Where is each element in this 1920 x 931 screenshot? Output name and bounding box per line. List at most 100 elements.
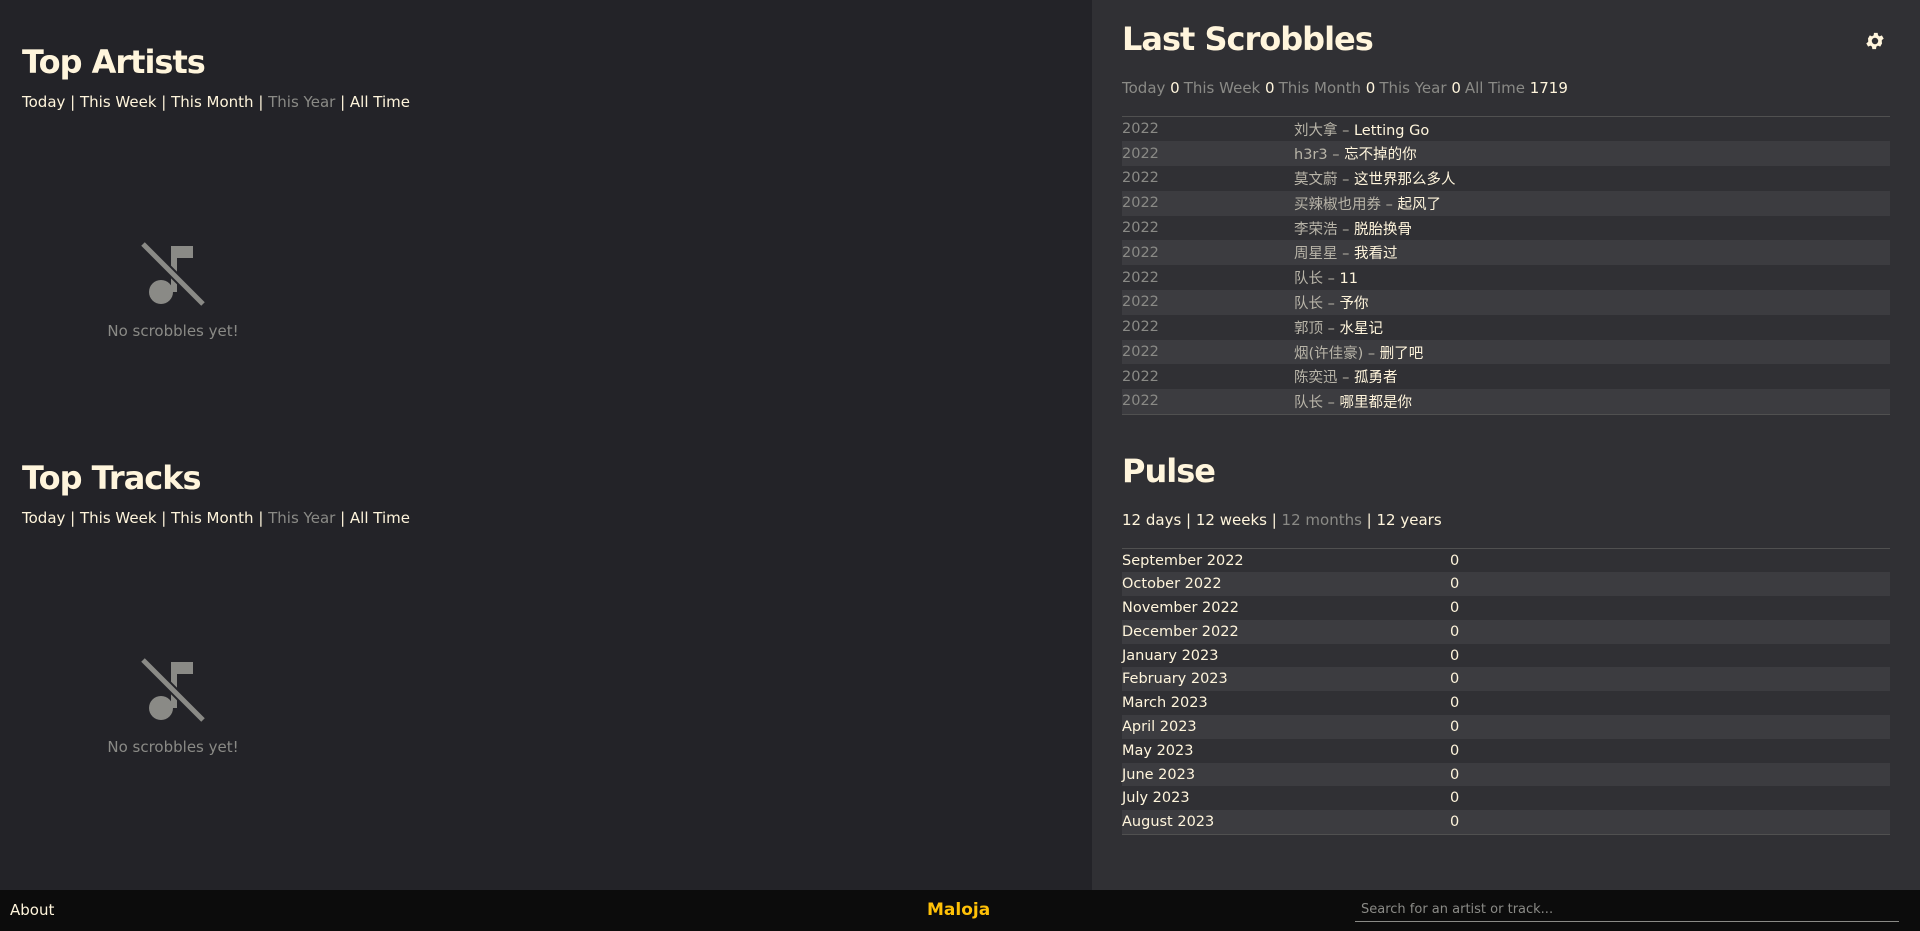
scrobble-artist-link[interactable]: 周星星 [1294,246,1338,262]
pulse-period-link[interactable]: January 2023 [1122,644,1450,668]
top-artists-range-all-time[interactable]: All Time [350,93,410,111]
scrobble-row[interactable]: 2022 队长 – 予你 [1122,290,1890,315]
count-label: This Week [1183,79,1261,97]
scrobble-time: 2022 [1122,121,1159,138]
pulse-period-link[interactable]: February 2023 [1122,667,1450,691]
top-tracks-range-this-year[interactable]: This Year [268,509,335,527]
scrobble-artist-link[interactable]: 烟(许佳豪) [1294,346,1363,362]
gear-icon[interactable] [1864,30,1886,52]
scrobble-track: 买辣椒也用券 – 起风了 [1294,191,1890,216]
pulse-range-12-weeks[interactable]: 12 weeks [1196,511,1267,529]
scrobble-artist-link[interactable]: h3r3 [1294,147,1328,163]
top-artists-range-this-year[interactable]: This Year [268,93,335,111]
top-tracks-empty-text: No scrobbles yet! [107,738,239,756]
scrobble-title-link[interactable]: 水星记 [1339,321,1383,337]
top-tracks-empty-state: No scrobbles yet! [73,654,273,756]
top-tracks-range-all-time[interactable]: All Time [350,509,410,527]
top-artists-range-today[interactable]: Today [22,93,65,111]
top-tracks-range-today[interactable]: Today [22,509,65,527]
scrobble-row[interactable]: 2022 莫文蔚 – 这世界那么多人 [1122,166,1890,191]
range-separator: | [1181,511,1196,529]
top-tracks-range-this-month[interactable]: This Month [171,509,253,527]
pulse-period-link[interactable]: May 2023 [1122,739,1450,763]
scrobble-row[interactable]: 2022 李荣浩 – 脱胎换骨 [1122,216,1890,241]
pulse-row: February 2023 0 [1122,667,1890,692]
scrobble-artist-link[interactable]: 刘大拿 [1294,123,1338,139]
scrobble-title-link[interactable]: 忘不掉的你 [1344,147,1417,163]
scrobble-artist-link[interactable]: 陈奕迅 [1294,370,1338,386]
pulse-range-12-years[interactable]: 12 years [1377,511,1442,529]
scrobble-title-link[interactable]: 哪里都是你 [1339,395,1412,411]
range-separator: | [253,93,269,111]
scrobble-row[interactable]: 2022 h3r3 – 忘不掉的你 [1122,141,1890,167]
count-value: 0 [1170,79,1180,97]
scrobble-row[interactable]: 2022 周星星 – 我看过 [1122,240,1890,266]
scrobble-artist-link[interactable]: 李荣浩 [1294,222,1338,238]
pulse-row: May 2023 0 [1122,739,1890,763]
scrobble-title-link[interactable]: 11 [1339,271,1357,287]
pulse-period-link[interactable]: August 2023 [1122,810,1450,834]
pulse-row: July 2023 0 [1122,786,1890,810]
count-value: 0 [1265,79,1275,97]
pulse-range-links: 12 days | 12 weeks | 12 months | 12 year… [1122,511,1442,529]
top-tracks-range-links: Today | This Week | This Month | This Ye… [22,508,410,528]
scrobble-time: 2022 [1122,319,1159,336]
pulse-period-link[interactable]: July 2023 [1122,786,1450,810]
pulse-period-link[interactable]: September 2022 [1122,549,1450,573]
pulse-range-12-days[interactable]: 12 days [1122,511,1181,529]
top-artists-range-this-week[interactable]: This Week [80,93,157,111]
scrobble-title-link[interactable]: 起风了 [1397,197,1441,213]
scrobble-time: 2022 [1122,368,1159,385]
scrobble-row[interactable]: 2022 买辣椒也用券 – 起风了 [1122,190,1890,216]
top-tracks-range-this-week[interactable]: This Week [80,509,157,527]
pulse-period-link[interactable]: December 2022 [1122,620,1450,644]
about-link[interactable]: About [10,901,54,919]
scrobble-track: 队长 – 予你 [1294,290,1890,315]
scrobble-title-link[interactable]: 删了吧 [1380,346,1424,362]
pulse-period-link[interactable]: November 2022 [1122,596,1450,620]
scrobble-row[interactable]: 2022 队长 – 11 [1122,265,1890,290]
artist-title-separator: – [1337,122,1354,139]
pulse-period-link[interactable]: April 2023 [1122,715,1450,739]
range-separator: | [1266,511,1282,529]
top-artists-range-this-month[interactable]: This Month [171,93,253,111]
scrobble-title-link[interactable]: 孤勇者 [1354,370,1398,386]
last-scrobbles-heading: Last Scrobbles [1122,20,1374,58]
count-label: This Year [1379,79,1447,97]
scrobble-title-link[interactable]: 予你 [1339,296,1368,312]
last-scrobbles-table: 2022 刘大拿 – Letting Go 2022 h3r3 – 忘不掉的你 2022… [1122,116,1890,415]
scrobble-artist-link[interactable]: 队长 [1294,395,1323,411]
scrobble-row[interactable]: 2022 陈奕迅 – 孤勇者 [1122,364,1890,389]
search-input[interactable] [1355,898,1899,922]
count-label: This Month [1278,79,1362,97]
scrobble-title-link[interactable]: 这世界那么多人 [1354,172,1456,188]
range-separator: | [1361,511,1377,529]
scrobble-time: 2022 [1122,145,1159,162]
scrobble-row[interactable]: 2022 队长 – 哪里都是你 [1122,389,1890,415]
scrobble-title-link[interactable]: 脱胎换骨 [1354,222,1412,238]
maloja-home-link[interactable]: Maloja [927,900,990,920]
scrobble-title-link[interactable]: 我看过 [1354,246,1398,262]
range-separator: | [156,509,172,527]
range-separator: | [335,93,350,111]
scrobble-artist-link[interactable]: 买辣椒也用券 [1294,197,1381,213]
scrobble-title-link[interactable]: Letting Go [1354,123,1429,139]
scrobble-artist-link[interactable]: 莫文蔚 [1294,172,1338,188]
pulse-period-link[interactable]: October 2022 [1122,572,1450,596]
pulse-period-link[interactable]: March 2023 [1122,691,1450,715]
scrobble-row[interactable]: 2022 郭顶 – 水星记 [1122,315,1890,340]
pulse-range-12-months[interactable]: 12 months [1282,511,1362,529]
scrobble-artist-link[interactable]: 队长 [1294,296,1323,312]
top-artists-empty-state: No scrobbles yet! [73,238,273,340]
scrobble-row[interactable]: 2022 刘大拿 – Letting Go [1122,117,1890,142]
music-off-icon [139,240,207,308]
scrobble-artist-link[interactable]: 队长 [1294,271,1323,287]
range-separator: | [65,509,80,527]
scrobble-artist-link[interactable]: 郭顶 [1294,321,1323,337]
scrobble-row[interactable]: 2022 烟(许佳豪) – 删了吧 [1122,339,1890,365]
pulse-heading: Pulse [1122,452,1216,490]
pulse-period-link[interactable]: June 2023 [1122,763,1450,787]
footer: About Maloja [0,890,1920,931]
pulse-count: 0 [1450,576,1460,593]
pulse-row: December 2022 0 [1122,619,1890,644]
